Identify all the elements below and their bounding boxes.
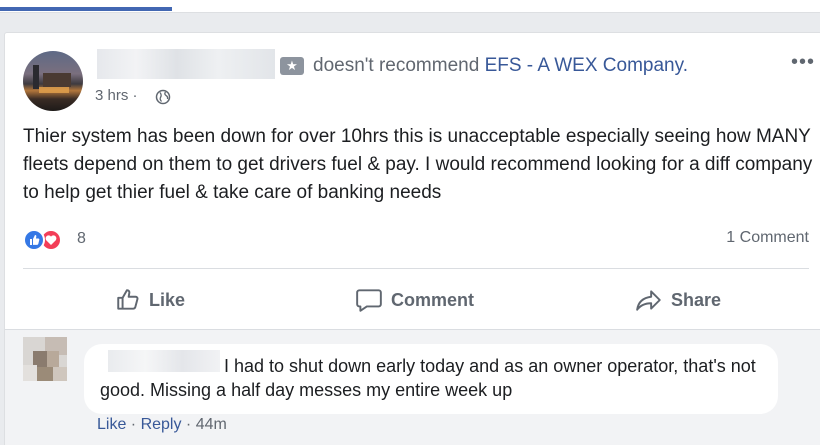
post-body: Thier system has been down for over 10hr… <box>23 126 813 203</box>
comment-time[interactable]: · 44m <box>181 416 227 433</box>
star-icon: ★ <box>280 57 304 75</box>
post-card: ★ doesn't recommend EFS - A WEX Company.… <box>4 32 820 445</box>
speech-bubble-icon <box>356 289 382 312</box>
divider <box>23 268 809 269</box>
share-button[interactable]: Share <box>635 279 721 321</box>
comment-like-link[interactable]: Like <box>97 416 126 433</box>
reaction-count: 8 <box>77 230 86 247</box>
comment-bubble: I had to shut down early today and as an… <box>84 344 778 414</box>
comment-reply-link[interactable]: Reply <box>141 416 182 433</box>
thumbs-up-icon <box>117 289 139 310</box>
commenter-avatar[interactable] <box>23 337 67 381</box>
like-reaction-icon <box>23 229 45 251</box>
active-tab-indicator <box>0 7 172 11</box>
post-timestamp[interactable]: 3 hrs · <box>95 87 138 104</box>
share-label: Share <box>671 289 722 310</box>
page-link[interactable]: EFS - A WEX Company. <box>485 55 688 76</box>
like-label: Like <box>149 289 186 310</box>
share-arrow-icon <box>636 290 661 311</box>
comment-actions: Like · Reply · 44m <box>97 416 227 434</box>
recommendation-action: doesn't recommend <box>313 55 480 76</box>
avatar[interactable] <box>23 51 83 111</box>
more-options-icon[interactable]: ••• <box>791 51 815 74</box>
comment-label: Comment <box>391 289 475 310</box>
globe-icon[interactable] <box>155 89 171 105</box>
comment-separator: · <box>126 416 141 433</box>
comment-text: I had to shut down early today and as an… <box>100 356 756 400</box>
comment-count[interactable]: 1 Comment <box>726 229 809 247</box>
like-button[interactable]: Like <box>115 279 185 321</box>
comment-button[interactable]: Comment <box>355 279 474 321</box>
author-name-redacted[interactable] <box>97 49 275 79</box>
comments-section: I had to shut down early today and as an… <box>5 329 820 445</box>
post-headline: doesn't recommend EFS - A WEX Company. <box>313 55 688 77</box>
